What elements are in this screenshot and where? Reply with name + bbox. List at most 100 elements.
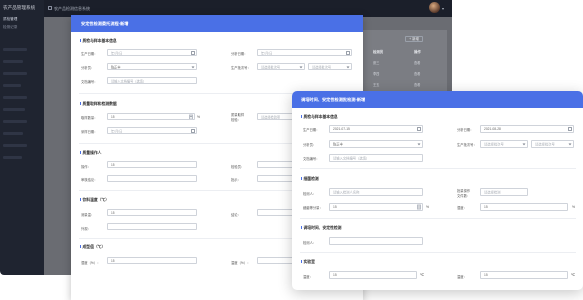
time-detector-label: 检测人： xyxy=(303,241,317,245)
reviewer-label: 审核结论： xyxy=(81,178,98,182)
lot-label-2: 文件数： xyxy=(457,194,471,198)
sidebar-item[interactable] xyxy=(3,48,27,51)
section-title: 调培时间、安定性检测 xyxy=(301,226,342,231)
unit-label: ℃ xyxy=(571,273,575,277)
doc-no-input[interactable]: 请输入文档编号（选填） xyxy=(329,154,423,162)
app-title: 农产品检测信息系统 xyxy=(54,6,90,11)
chevron-down-icon xyxy=(191,64,195,68)
analyst-select[interactable]: 陈正丰 xyxy=(329,140,423,148)
section-title: 质量取样和检测数据 xyxy=(80,102,117,107)
sidebar-item[interactable] xyxy=(3,72,27,75)
production-date-label: 生产日期： xyxy=(81,52,98,56)
production-date-input[interactable]: 2021-07-15 xyxy=(329,125,423,133)
temp-input[interactable]: 15 xyxy=(329,271,417,279)
sidebar-item[interactable] xyxy=(3,96,27,99)
chevron-down-icon xyxy=(299,64,303,68)
divider xyxy=(300,218,576,219)
detector-label: 检测人： xyxy=(303,192,317,196)
batch-label: 生产批次号： xyxy=(457,143,477,147)
analysis-date-label: 分析日期： xyxy=(231,52,248,56)
table-cell-action[interactable]: 查看 xyxy=(414,82,420,87)
table-cell-action[interactable]: 查看 xyxy=(414,60,420,65)
sidebar-item[interactable] xyxy=(3,132,23,135)
unit-label: ℃ xyxy=(420,273,424,277)
reviewer-input[interactable] xyxy=(107,175,197,182)
analyst-label: 分析员： xyxy=(81,66,95,70)
chevron-down-icon xyxy=(346,64,350,68)
batch-select[interactable]: 请选择批次号 xyxy=(257,63,305,70)
batch-select-2[interactable]: 请选择批次号 xyxy=(308,63,352,70)
result-label: 结论： xyxy=(231,213,241,217)
production-date-input[interactable]: 年/月/日 xyxy=(107,49,197,56)
calendar-icon[interactable] xyxy=(346,50,350,55)
sidebar-item[interactable] xyxy=(3,144,27,147)
analyst-select[interactable]: 陈正丰 xyxy=(107,63,197,70)
analysis-date-input[interactable]: 2021-08-28 xyxy=(480,125,574,133)
bacteria-label: 细菌等分量： xyxy=(303,206,323,210)
section-title: 成型值（℃） xyxy=(80,245,106,250)
bacteria-input[interactable]: 15 xyxy=(329,203,423,211)
sidebar-item-qc[interactable]: 质检管理 xyxy=(3,17,17,22)
qc-label-2: 检验： xyxy=(231,118,241,122)
calendar-icon[interactable] xyxy=(191,50,195,55)
chevron-down-icon xyxy=(522,142,526,145)
sampling-date-input[interactable]: 年/月/日 xyxy=(107,127,197,134)
remark-input[interactable] xyxy=(107,223,197,230)
analysis-date-label: 分析日期： xyxy=(457,128,474,132)
chevron-down-icon[interactable]: ▾ xyxy=(442,6,444,11)
sample-qty-input[interactable]: 15 xyxy=(107,113,195,120)
doc-no-input[interactable]: 请输入文档编号（选填） xyxy=(107,77,197,84)
sidebar-item[interactable] xyxy=(3,108,25,111)
section-title: 实验室 xyxy=(301,260,315,265)
calendar-icon[interactable] xyxy=(191,128,195,133)
number-stepper-icon[interactable] xyxy=(189,114,193,119)
batch-select[interactable]: 请选择批次号 xyxy=(480,140,528,148)
table-cell-action[interactable]: 查看 xyxy=(414,71,420,76)
humidity-label: 湿度： xyxy=(457,206,467,210)
lot-select[interactable]: 请选择检测 xyxy=(480,188,528,196)
divider xyxy=(300,252,576,253)
time-detector-input[interactable] xyxy=(329,237,423,245)
brand-name: 农产品管理系统 xyxy=(3,5,36,10)
temp-label: 温度： xyxy=(303,275,313,279)
temp2-input[interactable]: 15 xyxy=(480,271,568,279)
sidebar: 农产品管理系统 质检管理 检测记录 xyxy=(0,0,44,275)
humidity-label: 湿度（%）： xyxy=(81,261,101,265)
approver-label: 批示： xyxy=(231,178,241,182)
section-title: 质检与样本基本信息 xyxy=(80,39,117,44)
unit-label: % xyxy=(197,115,201,119)
table-header: 操作 xyxy=(414,50,421,54)
sidebar-item-records[interactable]: 检测记录 xyxy=(3,25,17,30)
sidebar-item[interactable] xyxy=(3,60,23,63)
sidebar-item[interactable] xyxy=(3,84,21,87)
temp-label: 测量温： xyxy=(81,213,95,217)
analysis-date-input[interactable]: 年/月/日 xyxy=(257,49,352,56)
remark-label: 外观： xyxy=(81,227,91,231)
operator-input[interactable]: 15 xyxy=(107,161,197,168)
avatar[interactable] xyxy=(429,2,440,13)
add-button[interactable]: + 新增 xyxy=(405,36,423,42)
calendar-icon[interactable] xyxy=(417,126,421,131)
dialog-bacteria-test: 调培时间、安定性检测批检测-新增 质检与样本基本信息 生产日期： 2021-07… xyxy=(292,91,583,290)
dialog-header: 安定性检测委托流程-新增 xyxy=(71,15,363,32)
number-stepper-icon[interactable] xyxy=(417,204,421,210)
humidity-input[interactable]: 15 xyxy=(480,203,568,211)
chevron-down-icon xyxy=(417,142,421,145)
doc-no-label: 文档编号： xyxy=(303,157,320,161)
checker-label: 检验员： xyxy=(231,165,245,169)
section-title: 饮料温度（℃） xyxy=(80,198,110,203)
detector-input[interactable]: 请输入检测人名称 xyxy=(329,188,423,196)
sidebar-item[interactable] xyxy=(3,120,27,123)
analyst-label: 分析员： xyxy=(303,143,317,147)
temp-input[interactable]: 15 xyxy=(107,209,197,216)
calendar-icon[interactable] xyxy=(568,126,572,131)
doc-no-label: 文档编号： xyxy=(81,80,98,84)
menu-collapse-icon[interactable] xyxy=(48,6,52,10)
sidebar-item[interactable] xyxy=(3,156,22,159)
table-header: 检测员 xyxy=(373,50,384,54)
unit-label: % xyxy=(572,205,576,209)
production-date-label: 生产日期： xyxy=(303,128,320,132)
temp2-label: 温度： xyxy=(457,275,467,279)
batch-select-2[interactable]: 请选择批次号 xyxy=(531,140,574,148)
humidity-input[interactable]: 15 xyxy=(107,257,197,264)
